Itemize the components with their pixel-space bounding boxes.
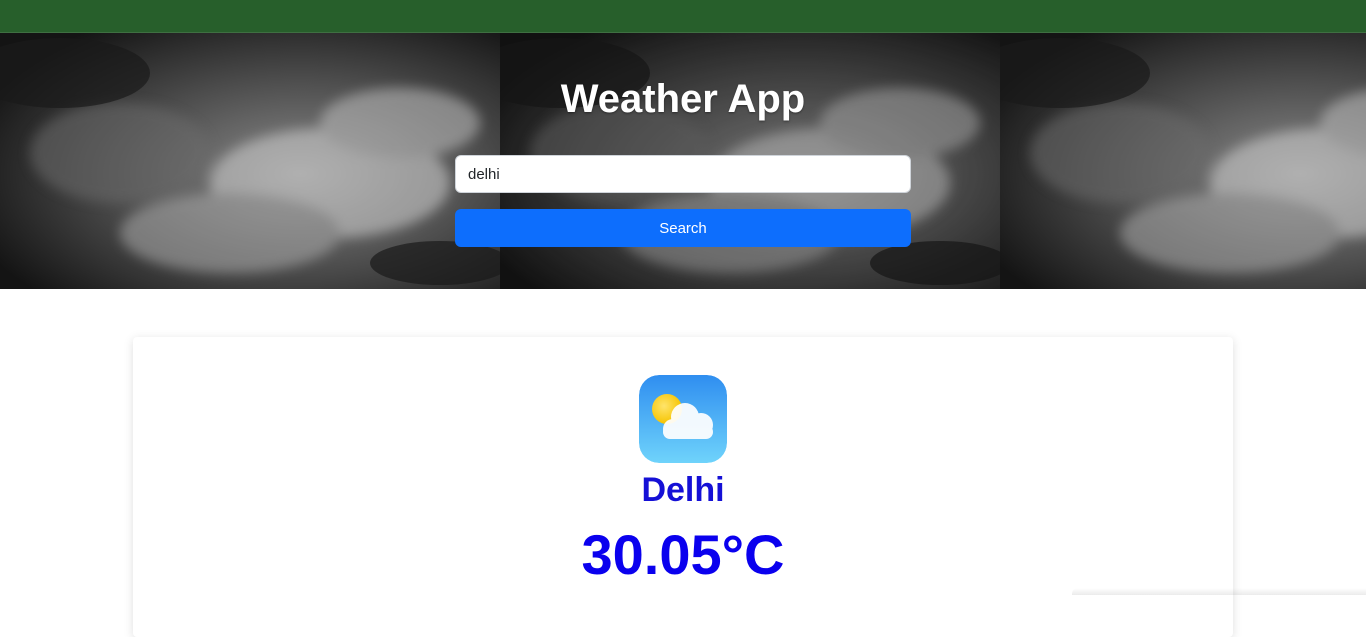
temperature-value: 30.05°C bbox=[581, 523, 785, 586]
partly-cloudy-icon bbox=[639, 375, 727, 463]
page-title: Weather App bbox=[560, 77, 806, 121]
weather-result-card: Delhi 30.05°C bbox=[133, 337, 1233, 637]
cloud-background-tile bbox=[0, 33, 500, 289]
search-button[interactable]: Search bbox=[455, 209, 911, 247]
hero-banner: Weather App Search bbox=[0, 33, 1366, 289]
cloud-background-tile bbox=[1000, 33, 1366, 289]
top-navbar bbox=[0, 0, 1366, 33]
city-search-input[interactable] bbox=[455, 155, 911, 193]
city-name: Delhi bbox=[641, 471, 725, 509]
floating-panel-edge bbox=[1072, 588, 1366, 595]
